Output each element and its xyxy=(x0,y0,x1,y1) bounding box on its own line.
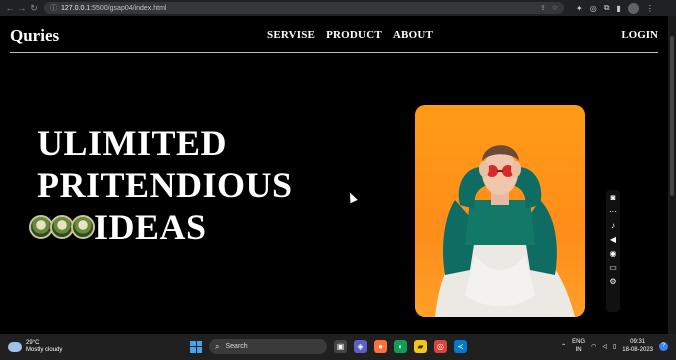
nav-item-about[interactable]: ABOUT xyxy=(393,29,433,41)
file-explorer-icon[interactable]: ▰ xyxy=(414,340,427,353)
camera-icon[interactable]: ◙ xyxy=(611,193,616,203)
sidebar-icon[interactable]: ▮ xyxy=(616,4,620,13)
mouse-cursor-icon xyxy=(346,190,358,204)
floating-toolbar: ◙ ⋯ ♪ ◀ ◉ ▭ ⚙ xyxy=(606,190,620,312)
forward-icon[interactable]: → xyxy=(16,3,28,13)
clock-time: 09:31 xyxy=(630,339,646,345)
site-navbar: Quries SERVISE PRODUCT ABOUT LOGIN xyxy=(10,16,658,53)
hero-heading: ULIMITED PRITENDIOUS IDEAS xyxy=(29,122,293,248)
bookmark-star-icon[interactable]: ☆ xyxy=(552,4,558,12)
hero-line-3-text: IDEAS xyxy=(94,207,207,247)
clock[interactable]: 09:31 18-08-2023 xyxy=(622,338,653,354)
address-bar[interactable]: ⓘ 127.0.0.1 :5500/gsap04/index.html ⇪ ☆ xyxy=(44,2,564,14)
battery-icon[interactable]: ▯ xyxy=(613,343,616,350)
url-path: :5500/gsap04/index.html xyxy=(90,4,167,12)
more-icon[interactable]: ⋯ xyxy=(609,207,617,217)
nav-item-product[interactable]: PRODUCT xyxy=(326,29,382,41)
hero-line-2: PRITENDIOUS xyxy=(37,165,293,205)
webcam-icon[interactable]: ◉ xyxy=(610,249,617,259)
cloud-sun-icon xyxy=(8,342,22,352)
hero-line-3: IDEAS xyxy=(29,206,293,248)
windows-taskbar: 29°C Mostly cloudy ⌕ Search ▣ ◈ ● ◐ ▰ ◎ … xyxy=(0,334,676,360)
lang-region: IN xyxy=(575,347,582,353)
microphone-icon[interactable]: ♪ xyxy=(611,221,615,231)
firefox-icon[interactable]: ● xyxy=(374,340,387,353)
tray-chevron-icon[interactable]: ⌃ xyxy=(561,343,566,350)
windows-start-icon[interactable] xyxy=(190,340,202,353)
search-label: Search xyxy=(225,343,248,350)
hero-orb-images xyxy=(29,215,95,239)
hero-photo xyxy=(415,105,585,317)
language-indicator[interactable]: ENG IN xyxy=(572,338,585,354)
extension-puzzle-icon[interactable]: ⧉ xyxy=(604,3,610,13)
share-icon[interactable]: ⇪ xyxy=(540,4,546,12)
nav-menu: SERVISE PRODUCT ABOUT xyxy=(267,29,433,41)
settings-gear-icon[interactable]: ⚙ xyxy=(609,277,616,287)
speaker-icon[interactable]: ◀ xyxy=(610,235,616,245)
orb-image xyxy=(71,215,95,239)
brand-logo[interactable]: Quries xyxy=(10,26,59,46)
teams-icon[interactable]: ◈ xyxy=(354,340,367,353)
chrome-icon[interactable]: ◎ xyxy=(434,340,447,353)
edge-icon[interactable]: ◐ xyxy=(394,340,407,353)
window-icon[interactable]: ▭ xyxy=(609,263,617,273)
search-icon: ⌕ xyxy=(215,341,220,351)
wifi-icon[interactable]: ◠ xyxy=(591,343,596,350)
model-portrait-image xyxy=(435,145,575,317)
scrollbar-thumb[interactable] xyxy=(670,36,674,196)
clock-date: 18-08-2023 xyxy=(622,347,653,353)
page-viewport: Quries SERVISE PRODUCT ABOUT LOGIN ULIMI… xyxy=(0,16,668,334)
weather-desc: Mostly cloudy xyxy=(26,347,63,353)
browser-toolbar: ← → ↻ ⓘ 127.0.0.1 :5500/gsap04/index.htm… xyxy=(0,0,676,16)
system-tray: ⌃ ENG IN ◠ ◁ ▯ 09:31 18-08-2023 ? xyxy=(561,338,668,354)
weather-widget[interactable]: 29°C Mostly cloudy xyxy=(8,340,62,354)
back-icon[interactable]: ← xyxy=(4,3,16,13)
hero-line-1: ULIMITED xyxy=(37,123,228,163)
site-info-icon[interactable]: ⓘ xyxy=(50,3,57,13)
weather-temp: 29°C xyxy=(26,340,40,346)
reload-icon[interactable]: ↻ xyxy=(28,3,40,14)
notification-icon[interactable]: ? xyxy=(659,341,668,351)
taskbar-apps: ⌕ Search ▣ ◈ ● ◐ ▰ ◎ ≺ xyxy=(190,339,467,354)
nav-item-servise[interactable]: SERVISE xyxy=(267,29,315,41)
volume-icon[interactable]: ◁ xyxy=(602,343,607,350)
extension-icon[interactable]: ◎ xyxy=(590,4,597,13)
taskbar-search[interactable]: ⌕ Search xyxy=(209,339,327,354)
login-link[interactable]: LOGIN xyxy=(621,29,658,41)
profile-avatar[interactable] xyxy=(627,2,639,14)
vscode-icon[interactable]: ≺ xyxy=(454,340,467,353)
menu-kebab-icon[interactable]: ⋮ xyxy=(646,4,654,13)
lang-code: ENG xyxy=(572,339,586,345)
url-host: 127.0.0.1 xyxy=(61,4,91,12)
extensions-icon[interactable]: ✦ xyxy=(576,4,583,13)
page-scrollbar[interactable] xyxy=(668,16,676,334)
task-view-icon[interactable]: ▣ xyxy=(334,340,347,353)
